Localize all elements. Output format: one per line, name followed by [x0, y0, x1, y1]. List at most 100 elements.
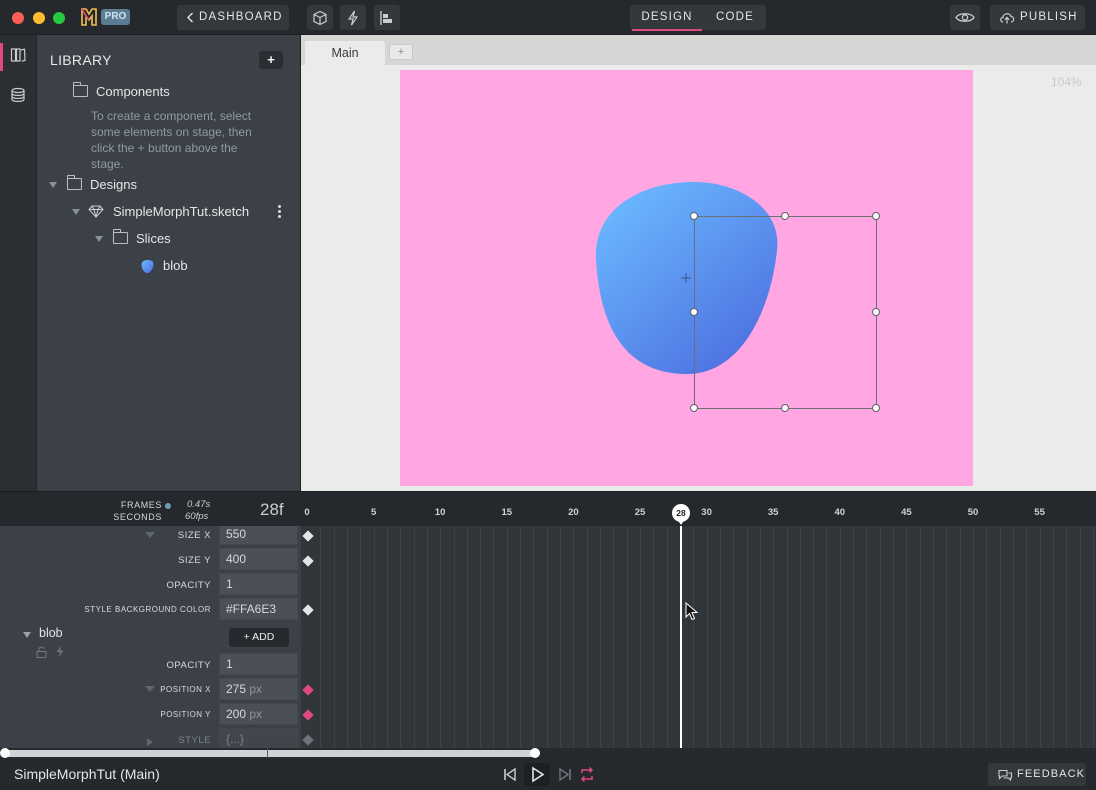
dashboard-button[interactable]: DASHBOARD [177, 5, 289, 30]
scrollbar-end-handle[interactable] [530, 748, 540, 758]
lock-icon[interactable] [36, 646, 47, 658]
frames-label[interactable]: FRAMES [120, 500, 162, 510]
prop-label-opacity: OPACITY [166, 580, 211, 591]
resize-handle[interactable] [872, 308, 880, 316]
fps-value: 60fps [185, 511, 209, 522]
track-frame-column [613, 526, 615, 748]
library-add-button[interactable]: + [259, 51, 283, 69]
track-frame-column [320, 526, 322, 748]
database-icon[interactable] [10, 87, 26, 103]
keyframe-size-x[interactable] [302, 530, 314, 542]
track-frame-column [413, 526, 415, 748]
track-frame-column [853, 526, 855, 748]
position-x-field[interactable]: 275 px [219, 678, 298, 700]
position-y-field[interactable]: 200 px [219, 703, 298, 725]
minimize-window-button[interactable] [33, 12, 45, 24]
track-frame-column [426, 526, 428, 748]
scrollbar-start-handle[interactable] [0, 748, 10, 758]
tree-item-components[interactable]: Components [37, 82, 301, 101]
caret-down-icon[interactable] [95, 236, 103, 242]
keyframe-position-x[interactable] [302, 684, 314, 696]
add-property-button[interactable]: + ADD [229, 628, 289, 647]
preview-button[interactable] [950, 5, 980, 30]
track-frame-column [906, 526, 908, 748]
keyframe-style[interactable] [302, 734, 314, 746]
size-x-field[interactable]: 550 [219, 526, 298, 545]
caret-down-icon[interactable] [72, 209, 80, 215]
zoom-level: 104% [1051, 75, 1082, 89]
sketch-diamond-icon [88, 205, 104, 218]
track-frame-column [653, 526, 655, 748]
artboard[interactable] [400, 70, 973, 486]
keyframe-position-y[interactable] [302, 709, 314, 721]
library-icon[interactable] [10, 47, 26, 63]
ruler-tick-label: 25 [634, 507, 646, 518]
track-frame-column [440, 526, 442, 748]
tab-code[interactable]: CODE [704, 5, 766, 30]
track-frame-column [786, 526, 788, 748]
tree-item-label: Components [96, 84, 170, 99]
resize-handle[interactable] [872, 212, 880, 220]
maximize-window-button[interactable] [53, 12, 65, 24]
resize-handle[interactable] [690, 404, 698, 412]
seconds-label[interactable]: SECONDS [112, 512, 162, 522]
playhead-handle[interactable]: 28 [672, 504, 690, 522]
component-tool-button[interactable] [307, 5, 333, 30]
loop-icon[interactable] [574, 763, 600, 786]
layer-opacity-field[interactable]: 1 [219, 653, 298, 675]
actions-tool-button[interactable] [340, 5, 366, 30]
more-options-icon[interactable] [278, 205, 282, 219]
ruler-tick-label: 10 [434, 507, 446, 518]
resize-handle[interactable] [781, 404, 789, 412]
scrollbar-marker [267, 748, 268, 758]
close-window-button[interactable] [12, 12, 24, 24]
feedback-button[interactable]: FEEDBACK [988, 763, 1086, 786]
size-y-field[interactable]: 400 [219, 548, 298, 570]
lightning-icon[interactable] [55, 645, 65, 658]
chat-bubbles-icon [998, 769, 1013, 781]
skip-back-icon[interactable] [497, 763, 523, 786]
tree-item-sketch-file[interactable]: SimpleMorphTut.sketch [37, 203, 301, 221]
resize-handle[interactable] [690, 308, 698, 316]
add-tab-button[interactable]: + [389, 44, 413, 60]
keyframe-size-y[interactable] [302, 555, 314, 567]
keyframe-tracks[interactable] [301, 526, 1096, 748]
timeline-scrollbar[interactable] [0, 748, 1096, 758]
scrollbar-range[interactable] [5, 750, 535, 757]
tree-item-slices[interactable]: Slices [37, 229, 301, 248]
resize-handle[interactable] [781, 212, 789, 220]
resize-handle[interactable] [690, 212, 698, 220]
layer-caret-icon[interactable] [23, 632, 31, 638]
library-panel: LIBRARY + Components To create a compone… [37, 35, 301, 491]
keyframe-style-bg[interactable] [302, 604, 314, 616]
opacity-field[interactable]: 1 [219, 573, 298, 595]
resize-handle[interactable] [872, 404, 880, 412]
style-background-color-field[interactable]: #FFA6E3 [219, 598, 298, 620]
tab-main[interactable]: Main [305, 41, 385, 65]
track-frame-column [346, 526, 348, 748]
track-frame-column [959, 526, 961, 748]
track-frame-column [759, 526, 761, 748]
ruler-tick-label: 20 [568, 507, 579, 518]
play-icon[interactable] [524, 763, 550, 786]
track-frame-column [373, 526, 375, 748]
layer-name[interactable]: blob [39, 626, 63, 640]
stage-area: Main + 104% [301, 35, 1096, 491]
style-field[interactable]: {...} [219, 728, 298, 748]
selection-box[interactable] [690, 212, 880, 412]
track-frame-column [546, 526, 548, 748]
folder-icon [73, 82, 88, 97]
tree-item-label: SimpleMorphTut.sketch [113, 204, 250, 219]
mouse-pointer-icon [685, 602, 699, 621]
tab-design[interactable]: DESIGN [630, 5, 704, 31]
caret-down-icon[interactable] [49, 182, 57, 188]
track-frame-column [400, 526, 402, 748]
frames-seconds-toggle[interactable] [165, 503, 171, 509]
tree-item-designs[interactable]: Designs [37, 175, 301, 194]
haiku-logo-icon [80, 7, 98, 27]
publish-button[interactable]: PUBLISH [990, 5, 1085, 30]
track-frame-column [826, 526, 828, 748]
align-tool-button[interactable] [374, 5, 400, 30]
prop-label-position-x: POSITION X [160, 685, 211, 694]
tree-item-blob[interactable]: blob [37, 257, 301, 275]
